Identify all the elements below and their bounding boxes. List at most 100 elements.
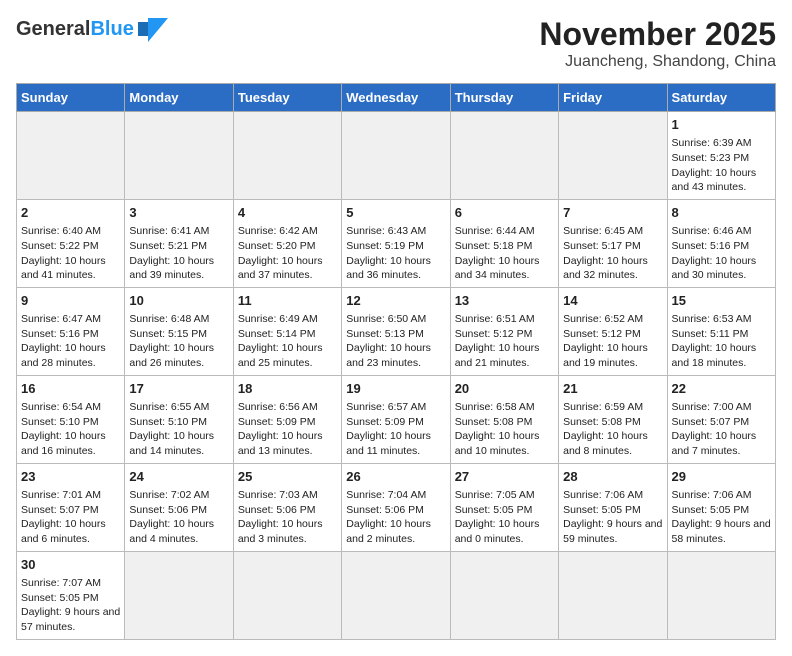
day-number: 2 <box>21 204 120 222</box>
calendar-cell: 8 Sunrise: 6:46 AM Sunset: 5:16 PM Daylig… <box>667 199 775 287</box>
day-info: Sunrise: 7:04 AM Sunset: 5:06 PM Dayligh… <box>346 489 431 545</box>
calendar-cell: 23 Sunrise: 7:01 AM Sunset: 5:07 PM Dayli… <box>17 463 125 551</box>
calendar-cell: 28 Sunrise: 7:06 AM Sunset: 5:05 PM Dayli… <box>559 463 667 551</box>
day-number: 13 <box>455 292 554 310</box>
calendar-cell <box>559 551 667 639</box>
calendar-cell: 30 Sunrise: 7:07 AM Sunset: 5:05 PM Dayli… <box>17 551 125 639</box>
calendar-cell <box>233 551 341 639</box>
calendar-cell: 6Sunrise: 6:44 AM Sunset: 5:18 PM Daylig… <box>450 199 558 287</box>
calendar-cell: 3 Sunrise: 6:41 AM Sunset: 5:21 PM Daylig… <box>125 199 233 287</box>
day-number: 27 <box>455 468 554 486</box>
day-info: Sunrise: 6:46 AM Sunset: 5:16 PM Dayligh… <box>672 225 757 281</box>
day-number: 12 <box>346 292 445 310</box>
calendar-cell: 19 Sunrise: 6:57 AM Sunset: 5:09 PM Dayli… <box>342 375 450 463</box>
logo-general-text: General <box>16 18 90 41</box>
day-header-thursday: Thursday <box>450 84 558 112</box>
calendar-cell <box>342 551 450 639</box>
day-info: Sunrise: 6:53 AM Sunset: 5:11 PM Dayligh… <box>672 313 757 369</box>
day-info: Sunrise: 7:01 AM Sunset: 5:07 PM Dayligh… <box>21 489 106 545</box>
calendar-cell: 25Sunrise: 7:03 AM Sunset: 5:06 PM Dayli… <box>233 463 341 551</box>
day-info: Sunrise: 6:56 AM Sunset: 5:09 PM Dayligh… <box>238 401 323 457</box>
day-number: 8 <box>672 204 771 222</box>
day-info: Sunrise: 7:05 AM Sunset: 5:05 PM Dayligh… <box>455 489 540 545</box>
calendar-cell: 9Sunrise: 6:47 AM Sunset: 5:16 PM Daylig… <box>17 287 125 375</box>
calendar-cell: 21Sunrise: 6:59 AM Sunset: 5:08 PM Dayli… <box>559 375 667 463</box>
calendar-cell: 24 Sunrise: 7:02 AM Sunset: 5:06 PM Dayli… <box>125 463 233 551</box>
day-number: 10 <box>129 292 228 310</box>
day-header-saturday: Saturday <box>667 84 775 112</box>
calendar-header: SundayMondayTuesdayWednesdayThursdayFrid… <box>17 84 776 112</box>
calendar-cell: 15 Sunrise: 6:53 AM Sunset: 5:11 PM Dayli… <box>667 287 775 375</box>
day-info: Sunrise: 6:41 AM Sunset: 5:21 PM Dayligh… <box>129 225 214 281</box>
day-number: 14 <box>563 292 662 310</box>
day-info: Sunrise: 7:02 AM Sunset: 5:06 PM Dayligh… <box>129 489 214 545</box>
day-info: Sunrise: 6:42 AM Sunset: 5:20 PM Dayligh… <box>238 225 323 281</box>
page-title: November 2025 <box>539 16 776 53</box>
calendar-cell <box>342 112 450 200</box>
day-number: 18 <box>238 380 337 398</box>
day-header-monday: Monday <box>125 84 233 112</box>
day-info: Sunrise: 7:07 AM Sunset: 5:05 PM Dayligh… <box>21 577 120 633</box>
day-number: 30 <box>21 556 120 574</box>
day-header-friday: Friday <box>559 84 667 112</box>
day-info: Sunrise: 7:06 AM Sunset: 5:05 PM Dayligh… <box>563 489 662 545</box>
calendar-cell: 13 Sunrise: 6:51 AM Sunset: 5:12 PM Dayli… <box>450 287 558 375</box>
day-info: Sunrise: 6:39 AM Sunset: 5:23 PM Dayligh… <box>672 137 757 193</box>
day-header-sunday: Sunday <box>17 84 125 112</box>
day-info: Sunrise: 7:00 AM Sunset: 5:07 PM Dayligh… <box>672 401 757 457</box>
calendar-table: SundayMondayTuesdayWednesdayThursdayFrid… <box>16 83 776 640</box>
day-number: 25 <box>238 468 337 486</box>
day-info: Sunrise: 6:58 AM Sunset: 5:08 PM Dayligh… <box>455 401 540 457</box>
logo: General Blue <box>16 16 168 42</box>
day-number: 7 <box>563 204 662 222</box>
day-number: 20 <box>455 380 554 398</box>
calendar-cell: 26Sunrise: 7:04 AM Sunset: 5:06 PM Dayli… <box>342 463 450 551</box>
calendar-cell <box>125 112 233 200</box>
day-number: 21 <box>563 380 662 398</box>
day-number: 5 <box>346 204 445 222</box>
calendar-cell: 22Sunrise: 7:00 AM Sunset: 5:07 PM Dayli… <box>667 375 775 463</box>
calendar-cell <box>450 112 558 200</box>
day-number: 28 <box>563 468 662 486</box>
day-number: 23 <box>21 468 120 486</box>
day-number: 24 <box>129 468 228 486</box>
calendar-cell <box>667 551 775 639</box>
title-block: November 2025 Juancheng, Shandong, China <box>539 16 776 71</box>
calendar-cell: 10 Sunrise: 6:48 AM Sunset: 5:15 PM Dayli… <box>125 287 233 375</box>
calendar-cell <box>450 551 558 639</box>
calendar-cell: 4Sunrise: 6:42 AM Sunset: 5:20 PM Daylig… <box>233 199 341 287</box>
calendar-cell: 14 Sunrise: 6:52 AM Sunset: 5:12 PM Dayli… <box>559 287 667 375</box>
day-info: Sunrise: 6:54 AM Sunset: 5:10 PM Dayligh… <box>21 401 106 457</box>
logo-blue-text: Blue <box>90 18 133 41</box>
calendar-cell: 12Sunrise: 6:50 AM Sunset: 5:13 PM Dayli… <box>342 287 450 375</box>
day-number: 15 <box>672 292 771 310</box>
day-number: 6 <box>455 204 554 222</box>
day-info: Sunrise: 6:57 AM Sunset: 5:09 PM Dayligh… <box>346 401 431 457</box>
day-info: Sunrise: 6:51 AM Sunset: 5:12 PM Dayligh… <box>455 313 540 369</box>
calendar-cell: 20 Sunrise: 6:58 AM Sunset: 5:08 PM Dayli… <box>450 375 558 463</box>
day-header-wednesday: Wednesday <box>342 84 450 112</box>
calendar-cell: 18 Sunrise: 6:56 AM Sunset: 5:09 PM Dayli… <box>233 375 341 463</box>
logo-icon <box>138 18 168 42</box>
calendar-cell: 16 Sunrise: 6:54 AM Sunset: 5:10 PM Dayli… <box>17 375 125 463</box>
calendar-cell: 7Sunrise: 6:45 AM Sunset: 5:17 PM Daylig… <box>559 199 667 287</box>
day-number: 1 <box>672 116 771 134</box>
calendar-cell <box>125 551 233 639</box>
day-number: 19 <box>346 380 445 398</box>
day-number: 3 <box>129 204 228 222</box>
day-number: 11 <box>238 292 337 310</box>
day-header-tuesday: Tuesday <box>233 84 341 112</box>
calendar-cell: 11Sunrise: 6:49 AM Sunset: 5:14 PM Dayli… <box>233 287 341 375</box>
calendar-cell <box>559 112 667 200</box>
calendar-cell: 2 Sunrise: 6:40 AM Sunset: 5:22 PM Daylig… <box>17 199 125 287</box>
day-info: Sunrise: 6:55 AM Sunset: 5:10 PM Dayligh… <box>129 401 214 457</box>
day-number: 17 <box>129 380 228 398</box>
calendar-cell: 29Sunrise: 7:06 AM Sunset: 5:05 PM Dayli… <box>667 463 775 551</box>
calendar-cell: 27 Sunrise: 7:05 AM Sunset: 5:05 PM Dayli… <box>450 463 558 551</box>
page-subtitle: Juancheng, Shandong, China <box>539 53 776 71</box>
calendar-cell <box>233 112 341 200</box>
day-info: Sunrise: 6:40 AM Sunset: 5:22 PM Dayligh… <box>21 225 106 281</box>
day-number: 16 <box>21 380 120 398</box>
day-info: Sunrise: 6:48 AM Sunset: 5:15 PM Dayligh… <box>129 313 214 369</box>
day-info: Sunrise: 6:52 AM Sunset: 5:12 PM Dayligh… <box>563 313 648 369</box>
